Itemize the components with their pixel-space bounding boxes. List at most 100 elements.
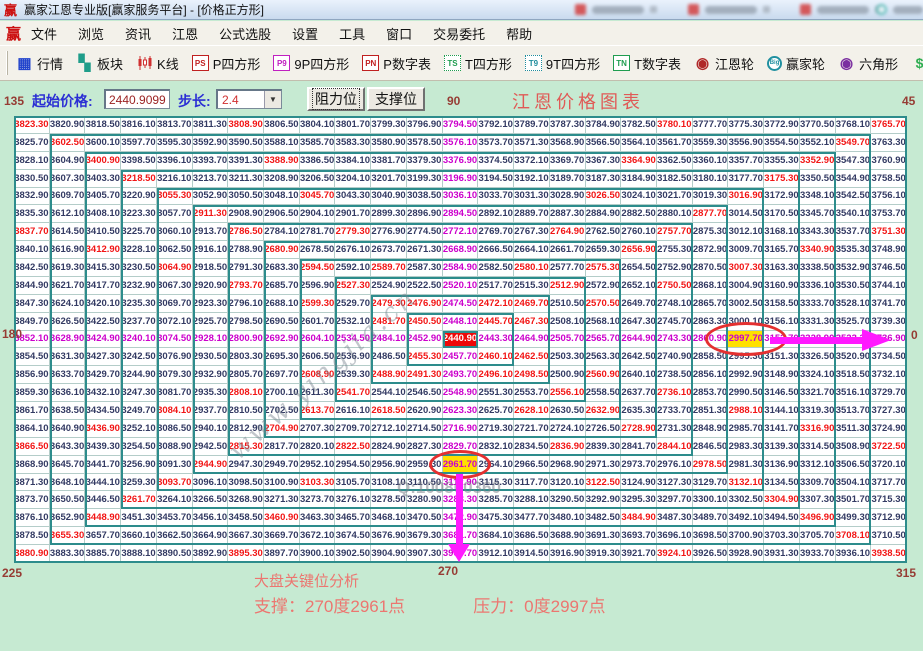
grid-cell: 3528.10: [835, 294, 872, 313]
grid-cell: 3177.70: [728, 169, 765, 188]
grid-cell: 2503.30: [549, 348, 586, 367]
toolbar-button-赢家服务[interactable]: $赢家服务: [911, 54, 923, 73]
grid-cell: 2462.50: [514, 348, 550, 367]
grid-cell: 3091.30: [156, 455, 193, 474]
grid-cell: 3933.70: [799, 545, 836, 563]
grid-cell: 3146.50: [764, 384, 800, 403]
grid-cell: 2671.30: [406, 241, 443, 260]
grid-cell: 3741.70: [871, 294, 907, 313]
grid-cell: 2985.70: [728, 419, 765, 438]
menu-item-交易委托[interactable]: 交易委托: [433, 24, 485, 43]
toolbar-button-K线[interactable]: K线: [136, 54, 179, 73]
grid-cell: 3763.30: [871, 133, 907, 152]
grid-cell: 3492.10: [728, 509, 765, 528]
grid-cell: 3189.70: [549, 169, 586, 188]
resistance-button[interactable]: 阻力位: [307, 87, 365, 111]
toolbar-button-9P四方形[interactable]: P9 9P四方形: [273, 54, 349, 73]
axis-label-270: 270: [438, 564, 459, 578]
menu-item-资讯[interactable]: 资讯: [125, 24, 151, 43]
menu-item-工具[interactable]: 工具: [339, 24, 365, 43]
grid-cell: 3372.10: [514, 151, 550, 170]
grid-cell: 2709.70: [335, 419, 372, 438]
grid-cell: 3729.70: [871, 384, 907, 403]
grid-cell: 3868.90: [14, 455, 50, 474]
grid-cell: 2959.30: [406, 455, 443, 474]
menu-item-江恩[interactable]: 江恩: [172, 24, 198, 43]
grid-cell: 3410.50: [85, 223, 122, 242]
grid-cell: 3230.50: [121, 259, 157, 277]
grid-cell: 3487.30: [656, 509, 693, 528]
toolbar-button-江恩轮[interactable]: ◉ 江恩轮: [694, 54, 754, 73]
grid-cell: 3223.30: [121, 205, 157, 224]
grid-cell: 3643.30: [49, 437, 86, 456]
grid-cell: 2772.10: [442, 223, 479, 242]
grid-cell: 2448.10: [442, 312, 479, 331]
grid-cell: 3820.90: [49, 116, 86, 134]
grid-cell: 2844.10: [656, 437, 693, 456]
grid-cell: 3578.50: [406, 133, 443, 152]
grid-cell: 2604.10: [299, 330, 336, 349]
chevron-down-icon[interactable]: ▼: [264, 91, 281, 108]
toolbar-button-板块[interactable]: ▚ 板块: [76, 54, 123, 73]
menu-item-文件[interactable]: 文件: [31, 24, 57, 43]
grid-cell: 3921.70: [621, 545, 657, 563]
grid-cell: 3225.70: [121, 223, 157, 242]
grid-cell: 3854.50: [14, 348, 50, 367]
grid-cell: 2678.50: [299, 241, 336, 260]
toolbar-button-六角形[interactable]: ◉ 六角形: [838, 54, 898, 73]
grid-cell: 3084.10: [156, 402, 193, 420]
grid-cell: 2635.30: [621, 402, 657, 420]
toolbar-items: ▦ 行情 ▚ 板块 K线 PS P四方形 P9 9P四方形 PN P数字表 TS T四方形 T9 9T四方形…: [16, 54, 923, 73]
grid-cell: 3379.30: [406, 151, 443, 170]
grid-cell: 3362.50: [656, 151, 693, 170]
grid-cell: 2865.70: [692, 294, 729, 313]
grid-cell: 3216.10: [156, 169, 193, 188]
grid-cell: 3067.30: [156, 276, 193, 295]
grid-cell: 3405.70: [85, 187, 122, 206]
grid-cell: 3168.10: [764, 223, 800, 242]
grid-cell: 3667.30: [228, 527, 265, 546]
grid-cell: 3830.50: [14, 169, 50, 188]
grid-cell: 2793.70: [228, 276, 265, 295]
step-label: 步长:: [178, 93, 211, 109]
grid-cell: 2755.30: [656, 241, 693, 260]
grid-cell: 2966.50: [514, 455, 550, 474]
toolbar-button-T四方形[interactable]: TS T四方形: [443, 54, 512, 73]
grid-cell: 3907.30: [406, 545, 443, 563]
toolbar-button-赢家轮[interactable]: Big 赢家轮: [767, 54, 825, 73]
grid-cell: 3069.70: [156, 294, 193, 313]
grid-cell: 3871.30: [14, 473, 50, 492]
toolbar-button-P四方形[interactable]: PS P四方形: [191, 54, 260, 73]
grid-cell: 3048.10: [264, 187, 300, 206]
ts-icon: TS: [443, 55, 461, 71]
menu-item-公式选股[interactable]: 公式选股: [219, 24, 271, 43]
support-button[interactable]: 支撑位: [367, 87, 425, 111]
menu-item-窗口[interactable]: 窗口: [386, 24, 412, 43]
grid-cell: 2880.10: [656, 205, 693, 224]
grid-cell: 2956.90: [371, 455, 407, 474]
grid-cell: 3806.50: [264, 116, 300, 134]
grid-cell: 2620.90: [406, 402, 443, 420]
toolbar-button-行情[interactable]: ▦ 行情: [16, 54, 63, 73]
menu-item-帮助[interactable]: 帮助: [506, 24, 532, 43]
grid-cell: 3400.90: [85, 151, 122, 170]
menu-bar: 赢 文件 浏览 资讯 江恩 公式选股 设置 工具 窗口 交易委托 帮助: [0, 21, 923, 45]
toolbar-button-T数字表[interactable]: TN T数字表: [613, 54, 681, 73]
grid-cell: 3859.30: [14, 384, 50, 403]
grid-cell: 3074.50: [156, 330, 193, 349]
menu-item-浏览[interactable]: 浏览: [78, 24, 104, 43]
title-bar: 赢 赢家江恩专业版[赢家服务平台] - [价格正方形]: [0, 0, 923, 20]
grid-cell: 3350.50: [799, 169, 836, 188]
toolbar-button-P数字表[interactable]: PN P数字表: [362, 54, 431, 73]
grid-cell: 2642.50: [621, 348, 657, 367]
toolbar-button-9T四方形[interactable]: T9 9T四方形: [524, 54, 600, 73]
step-select[interactable]: 2.4 ▼: [216, 89, 282, 109]
start-price-input[interactable]: 2440.9099: [104, 89, 170, 109]
grid-cell: 2508.10: [549, 312, 586, 331]
menu-item-设置[interactable]: 设置: [292, 24, 318, 43]
grid-cell: 2976.10: [656, 455, 693, 474]
grid-cell: 3828.10: [14, 151, 50, 170]
grid-cell: 2822.50: [335, 437, 372, 456]
grid-cell: 2995.30: [728, 348, 765, 367]
grid-cell: 3295.30: [621, 491, 657, 510]
